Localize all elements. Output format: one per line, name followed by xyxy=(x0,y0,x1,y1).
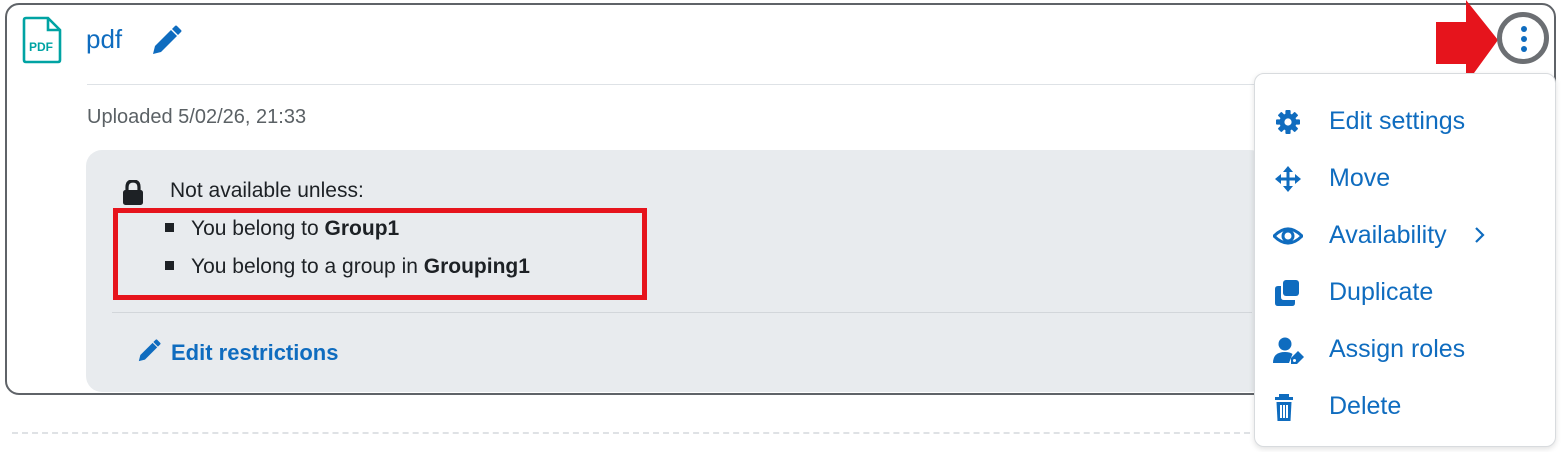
menu-item-availability[interactable]: Availability xyxy=(1255,210,1555,260)
assign-roles-icon xyxy=(1273,337,1304,364)
gear-icon xyxy=(1273,109,1303,135)
menu-item-edit-settings[interactable]: Edit settings xyxy=(1255,96,1555,146)
restriction-divider xyxy=(112,312,1252,313)
edit-restrictions-link[interactable]: Edit restrictions xyxy=(171,340,338,366)
activity-title-link[interactable]: pdf xyxy=(86,24,122,55)
menu-item-move[interactable]: Move xyxy=(1255,153,1555,203)
trash-icon xyxy=(1273,394,1303,421)
header-divider xyxy=(87,84,1257,85)
duplicate-icon xyxy=(1273,280,1303,306)
menu-item-label: Assign roles xyxy=(1329,335,1466,363)
menu-item-label: Availability xyxy=(1329,221,1447,249)
pdf-file-icon: PDF xyxy=(20,16,62,69)
chevron-right-icon xyxy=(1473,226,1485,249)
lock-icon xyxy=(121,179,145,211)
menu-item-delete[interactable]: Delete xyxy=(1255,381,1555,431)
pdf-icon-label: PDF xyxy=(29,40,53,54)
menu-item-assign-roles[interactable]: Assign roles xyxy=(1255,324,1555,374)
uploaded-date: Uploaded 5/02/26, 21:33 xyxy=(87,106,307,128)
kebab-dot-icon xyxy=(1521,46,1527,52)
kebab-dot-icon xyxy=(1521,36,1527,42)
menu-item-label: Edit settings xyxy=(1329,107,1466,135)
move-arrows-icon xyxy=(1273,166,1303,192)
menu-item-label: Duplicate xyxy=(1329,278,1434,306)
menu-item-label: Move xyxy=(1329,164,1391,192)
edit-title-pencil-icon[interactable] xyxy=(148,25,182,64)
restriction-heading: Not available unless: xyxy=(170,179,364,202)
actions-dropdown-menu: Edit settings Move Availability Duplicat… xyxy=(1254,73,1556,447)
menu-item-label: Delete xyxy=(1329,392,1402,420)
menu-item-duplicate[interactable]: Duplicate xyxy=(1255,267,1555,317)
highlight-annotation-box xyxy=(113,208,647,300)
kebab-dot-icon xyxy=(1521,26,1527,32)
section-dashed-divider xyxy=(12,432,1260,434)
kebab-menu-button[interactable] xyxy=(1511,26,1537,52)
eye-icon xyxy=(1271,223,1305,249)
pencil-icon[interactable] xyxy=(135,339,161,370)
